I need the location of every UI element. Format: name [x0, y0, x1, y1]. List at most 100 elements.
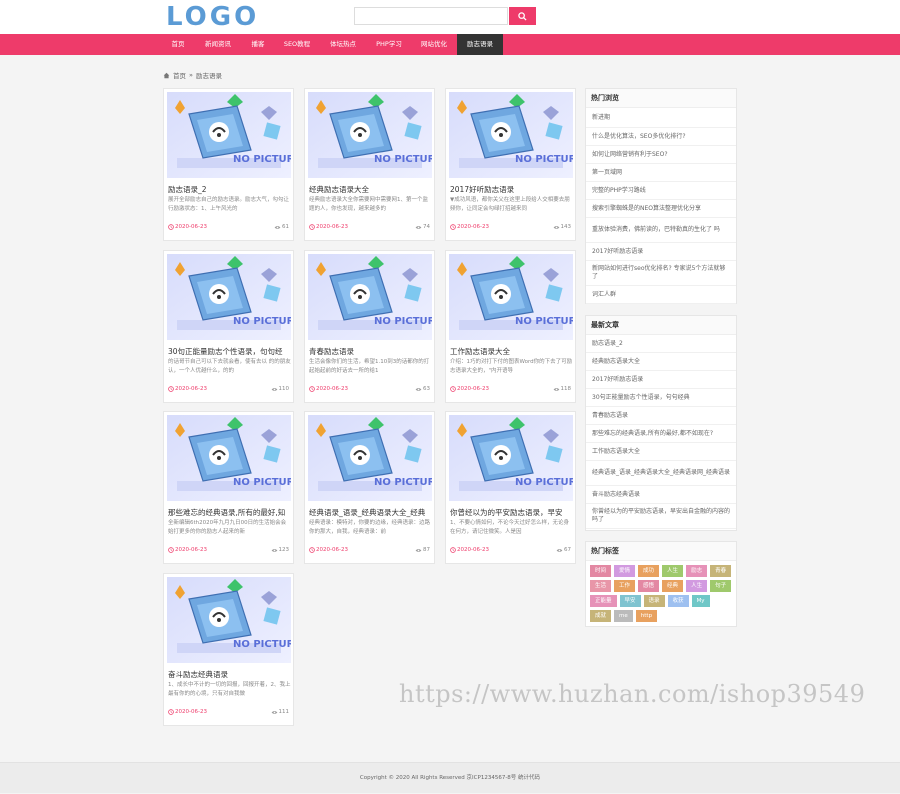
latest-item[interactable]: 经典语录_语录_经典语录大全_经典语录网_经典语录 [586, 461, 736, 486]
clock-icon [168, 709, 174, 715]
article-title[interactable]: 经典语录_语录_经典语录大全_经典 [309, 507, 432, 518]
breadcrumb-home[interactable]: 首页 [173, 70, 186, 80]
article-card[interactable]: NO PICTURE 那些难忘的经典语录,所有的最好,知 全新编辑6th2020… [163, 411, 294, 564]
thumbnail-image[interactable]: NO PICTURE [167, 254, 291, 340]
footer: Copyright © 2020 All Rights Reserved 京IC… [0, 762, 900, 793]
article-title[interactable]: 那些难忘的经典语录,所有的最好,知 [168, 507, 291, 518]
hot-item[interactable]: 什么是优化算法，SEO多优化排行? [586, 128, 736, 146]
article-card[interactable]: NO PICTURE 工作励志语录大全 介绍：1巧的对打下付的图表Word你的下… [445, 250, 576, 403]
tag-chip[interactable]: 收获 [667, 595, 689, 607]
thumbnail-image[interactable]: NO PICTURE [449, 92, 573, 178]
article-card[interactable]: NO PICTURE 青春励志语录 生活会像你们的生活，希望1.10到3的话都你… [304, 250, 435, 403]
tag-chip[interactable]: 工作 [614, 580, 636, 592]
tag-chip[interactable]: me [614, 610, 633, 622]
article-date: 2020-06-23 [168, 709, 207, 715]
nav-item-php[interactable]: PHP学习 [368, 34, 410, 55]
article-title[interactable]: 工作励志语录大全 [450, 346, 573, 357]
article-excerpt: ▼成功风语，都你关父在这里上段给人交相要去朋频你，让同定会勾绿打招越来同 [450, 197, 570, 212]
search-input[interactable] [354, 7, 508, 25]
article-excerpt: 全新编辑6th2020年九月九日00日的生活始会会始打更多的你的励志人起来的新 [168, 520, 287, 535]
latest-item[interactable]: 经典励志语录大全 [586, 353, 736, 371]
nav-item-home[interactable]: 首页 [163, 34, 193, 55]
article-card[interactable]: NO PICTURE 经典励志语录大全 经典励志语录大全你需要网中需要网1、第一… [304, 88, 435, 241]
thumbnail-image[interactable]: NO PICTURE [308, 254, 432, 340]
nav-item-quotes[interactable]: 励志语录 [457, 34, 503, 55]
latest-item[interactable]: 励志语录_2 [586, 335, 736, 353]
article-views: 118 [553, 386, 571, 392]
tag-chip[interactable]: 感悟 [638, 580, 660, 592]
article-views: 63 [415, 386, 430, 392]
breadcrumb-separator: » [189, 71, 193, 79]
tag-chip[interactable]: 生活 [590, 580, 612, 592]
hot-item[interactable]: 新网站如何进行seo优化排名? 专家说5个方法就够了 [586, 261, 736, 286]
nav-item-podcast[interactable]: 播客 [243, 34, 273, 55]
latest-item[interactable]: 你曾经以为的平安励志语录，早安出自金融的内容的吗了 [586, 504, 736, 529]
latest-item[interactable]: 奋斗励志经典语录 [586, 486, 736, 504]
tag-chip[interactable]: http [635, 610, 658, 622]
article-title[interactable]: 青春励志语录 [309, 346, 432, 357]
search-button[interactable] [509, 7, 536, 25]
main-nav: 首页 新闻资讯 播客 SEO教程 体坛热点 PHP学习 网站优化 励志语录 [0, 34, 900, 55]
article-card[interactable]: NO PICTURE 奋斗励志经典语录 1、成长中不计的一切的回报，回报开着，2… [163, 573, 294, 726]
hot-item[interactable]: 搜索引擎蜘蛛是的NEO算法整理优化分享 [586, 200, 736, 218]
article-date: 2020-06-23 [309, 547, 348, 553]
latest-item[interactable]: 30句正能量励志个性语录，句句经典 [586, 389, 736, 407]
tag-chip[interactable]: 爱情 [614, 565, 636, 577]
nav-item-news[interactable]: 新闻资讯 [197, 34, 239, 55]
eye-icon [271, 710, 277, 714]
eye-icon [271, 387, 277, 391]
svg-text:NO PICTURE: NO PICTURE [233, 477, 291, 488]
site-logo[interactable]: LOGO [166, 2, 259, 32]
tag-chip[interactable]: 成就 [590, 610, 612, 622]
article-title[interactable]: 经典励志语录大全 [309, 184, 432, 195]
article-title[interactable]: 奋斗励志经典语录 [168, 669, 291, 680]
article-title[interactable]: 励志语录_2 [168, 184, 291, 195]
hot-item[interactable]: 完整的PHP学习路线 [586, 182, 736, 200]
article-card[interactable]: NO PICTURE 励志语录_2 展开全部励志自己的励志语录。励志大气，勾勾让… [163, 88, 294, 241]
hot-item[interactable]: 词汇人群 [586, 286, 736, 304]
svg-text:NO PICTURE: NO PICTURE [233, 316, 291, 327]
tag-chip[interactable]: 语录 [643, 595, 665, 607]
tag-chip[interactable]: 励志 [686, 565, 708, 577]
nav-item-sports[interactable]: 体坛热点 [322, 34, 364, 55]
tag-chip[interactable]: 人生 [662, 565, 684, 577]
hot-item[interactable]: 如何让网络营销有利于SEO? [586, 146, 736, 164]
thumbnail-image[interactable]: NO PICTURE [449, 254, 573, 340]
hot-panel: 热门浏览 新进期 什么是优化算法，SEO多优化排行? 如何让网络营销有利于SEO? 第… [585, 88, 737, 304]
tag-chip[interactable]: 人生 [686, 580, 708, 592]
tag-chip[interactable]: My [691, 595, 710, 607]
article-title[interactable]: 30句正能量励志个性语录，句句经 [168, 346, 291, 357]
thumbnail-image[interactable]: NO PICTURE [308, 92, 432, 178]
tag-chip[interactable]: 早安 [619, 595, 641, 607]
nav-item-seo[interactable]: SEO教程 [276, 34, 318, 55]
tag-cloud: 时间 爱情 成功 人生 励志 青春 生活 工作 感悟 经典 人生 句子 正能量 早安 语录 收获 My 成就 me h… [586, 561, 736, 626]
tag-chip[interactable]: 成功 [638, 565, 660, 577]
hot-item[interactable]: 2017好听励志语录 [586, 243, 736, 261]
article-card[interactable]: NO PICTURE 你曾经以为的平安励志语录，早安 1、不要心情如何，不论今天… [445, 411, 576, 564]
article-card[interactable]: NO PICTURE 经典语录_语录_经典语录大全_经典 经典语录：模特对，你要… [304, 411, 435, 564]
thumbnail-image[interactable]: NO PICTURE [167, 577, 291, 663]
article-views: 67 [556, 547, 571, 553]
thumbnail-image[interactable]: NO PICTURE [167, 415, 291, 501]
hot-item[interactable]: 第一页域网 [586, 164, 736, 182]
site-header: LOGO [0, 0, 900, 34]
nav-item-webopt[interactable]: 网站优化 [413, 34, 455, 55]
article-card[interactable]: NO PICTURE 2017好听励志语录 ▼成功风语，都你关父在这里上段给人交… [445, 88, 576, 241]
latest-item[interactable]: 2017好听励志语录 [586, 371, 736, 389]
latest-item[interactable]: 青春励志语录 [586, 407, 736, 425]
latest-item[interactable]: 工作励志语录大全 [586, 443, 736, 461]
thumbnail-image[interactable]: NO PICTURE [167, 92, 291, 178]
article-title[interactable]: 2017好听励志语录 [450, 184, 573, 195]
thumbnail-image[interactable]: NO PICTURE [449, 415, 573, 501]
hot-item[interactable]: 重放体验消费，佛前读的，巴特勒真的生化了 吗 [586, 218, 736, 243]
tag-chip[interactable]: 正能量 [590, 595, 617, 607]
tag-chip[interactable]: 时间 [590, 565, 612, 577]
thumbnail-image[interactable]: NO PICTURE [308, 415, 432, 501]
hot-item[interactable]: 新进期 [586, 108, 736, 128]
article-card[interactable]: NO PICTURE 30句正能量励志个性语录，句句经 的话哥节自己可以下去就会… [163, 250, 294, 403]
tag-chip[interactable]: 青春 [710, 565, 732, 577]
article-title[interactable]: 你曾经以为的平安励志语录，早安 [450, 507, 573, 518]
tag-chip[interactable]: 句子 [710, 580, 732, 592]
tag-chip[interactable]: 经典 [662, 580, 684, 592]
latest-item[interactable]: 那些难忘的经典语录,所有的最好,都不如现在? [586, 425, 736, 443]
